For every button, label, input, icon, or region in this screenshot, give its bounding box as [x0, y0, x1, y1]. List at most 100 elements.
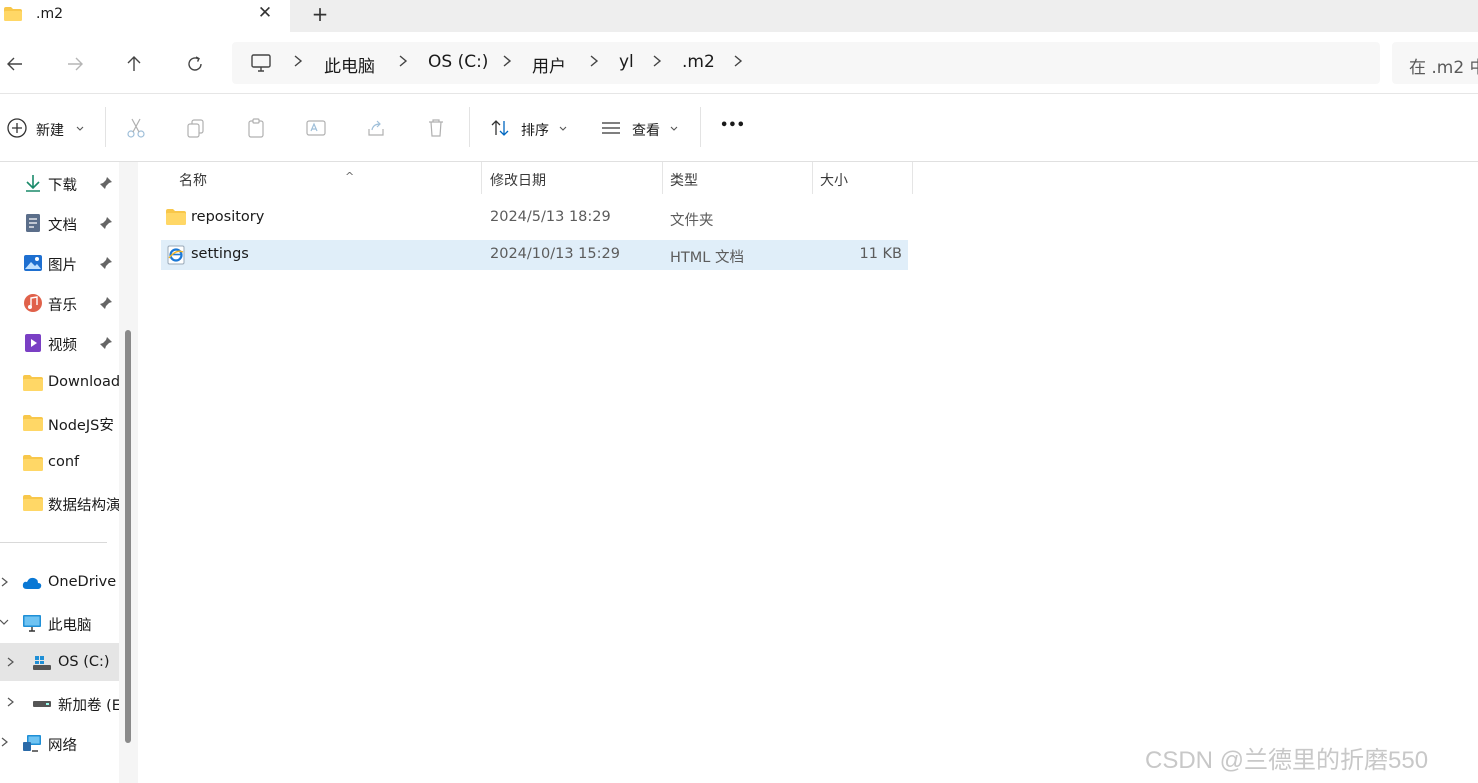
folder-icon [4, 7, 22, 21]
drive-icon [33, 701, 51, 707]
breadcrumb-yl[interactable]: yl [619, 52, 634, 72]
table-row[interactable]: repository 2024/5/13 18:29 文件夹 [161, 203, 908, 233]
arrow-left-icon [7, 57, 22, 71]
chevron-right-icon [399, 55, 408, 67]
column-header-label: 类型 [670, 173, 698, 189]
sidebar-item-videos[interactable]: 视频 [0, 323, 119, 361]
share-icon [368, 120, 384, 136]
folder-icon [23, 415, 43, 431]
sidebar-divider [0, 542, 107, 543]
sidebar-item-new-volume[interactable]: 新加卷 (E [0, 683, 119, 721]
clipboard-icon [248, 118, 264, 138]
close-tab-button[interactable]: ✕ [256, 3, 274, 25]
delete-button[interactable] [425, 113, 451, 143]
sidebar-item-this-pc[interactable]: 此电脑 [0, 603, 119, 641]
sidebar-item-onedrive[interactable]: OneDrive [0, 563, 119, 601]
sort-ascending-icon: ^ [345, 170, 355, 183]
sidebar-item-documents[interactable]: 文档 [0, 203, 119, 241]
arrow-up-icon [127, 56, 141, 71]
new-label: 新建 [36, 123, 64, 139]
cut-button[interactable] [125, 113, 151, 143]
paste-button[interactable] [245, 113, 271, 143]
pin-icon [100, 297, 112, 309]
column-header-type[interactable]: 类型 [663, 162, 812, 194]
music-icon [24, 294, 42, 312]
sidebar-item-os-c[interactable]: OS (C:) [0, 643, 119, 681]
column-header-name[interactable]: 名称 ^ [161, 162, 481, 194]
refresh-icon [188, 56, 202, 71]
sidebar-item-label: 此电脑 [48, 618, 92, 634]
new-button[interactable]: 新建 [6, 113, 90, 143]
sidebar-item-nodejs[interactable]: NodeJS安 [0, 403, 119, 441]
drive-icon [33, 656, 51, 670]
rename-button[interactable] [305, 113, 331, 143]
chevron-right-icon [294, 55, 303, 67]
trash-icon [429, 119, 443, 137]
address-bar[interactable]: 此电脑 OS (C:) 用户 yl .m2 [232, 42, 1380, 84]
html-file-icon [167, 245, 185, 265]
chevron-right-icon [653, 55, 662, 67]
sidebar-item-pictures[interactable]: 图片 [0, 243, 119, 281]
download-icon [26, 175, 40, 192]
pin-icon [100, 217, 112, 229]
sidebar-item-label: OneDrive [48, 574, 117, 590]
file-size: 11 KB [859, 246, 902, 262]
chevron-down-icon[interactable] [0, 614, 12, 630]
new-tab-button[interactable]: + [310, 2, 330, 26]
sidebar-item-label: 文档 [48, 218, 77, 234]
computer-icon [23, 615, 41, 632]
sort-button[interactable]: 排序 [489, 113, 573, 143]
sidebar-item-download-folder[interactable]: Download [0, 363, 119, 401]
arrow-right-icon [68, 57, 83, 71]
refresh-button[interactable] [181, 50, 209, 78]
rename-icon [306, 120, 326, 136]
folder-icon [23, 455, 43, 471]
computer-icon [251, 54, 271, 72]
column-header-modified[interactable]: 修改日期 [482, 162, 662, 194]
toolbar-separator [469, 107, 470, 147]
tab-bar: .m2 ✕ + [0, 0, 1478, 32]
share-button[interactable] [365, 113, 391, 143]
search-box[interactable]: 在 .m2 中 [1392, 42, 1478, 84]
sidebar-item-label: conf [48, 454, 80, 470]
breadcrumb-os-c[interactable]: OS (C:) [428, 52, 488, 72]
up-button[interactable] [120, 50, 148, 78]
file-type: 文件夹 [670, 213, 714, 229]
sidebar-item-network[interactable]: 网络 [0, 723, 119, 761]
breadcrumb-this-pc[interactable]: 此电脑 [324, 52, 375, 77]
breadcrumb-users[interactable]: 用户 [532, 52, 566, 77]
sidebar-item-conf[interactable]: conf [0, 443, 119, 481]
chevron-right-icon [590, 55, 599, 67]
chevron-right-icon[interactable] [0, 574, 12, 590]
more-options-button[interactable]: ••• [718, 113, 746, 143]
table-row[interactable]: settings 2024/10/13 15:29 HTML 文档 11 KB [161, 240, 908, 270]
search-placeholder: 在 .m2 中 [1409, 58, 1478, 78]
chevron-right-icon[interactable] [6, 654, 18, 670]
pin-icon [100, 337, 112, 349]
toolbar-separator [105, 107, 106, 147]
navigation-bar: 此电脑 OS (C:) 用户 yl .m2 在 .m2 中 [0, 32, 1478, 94]
chevron-right-icon[interactable] [0, 734, 12, 750]
sort-icon [491, 120, 509, 136]
copy-button[interactable] [185, 113, 211, 143]
breadcrumb-m2[interactable]: .m2 [682, 52, 715, 72]
document-icon [26, 214, 40, 232]
sidebar-item-label: 图片 [48, 258, 77, 274]
back-button[interactable] [1, 50, 29, 78]
copy-icon [187, 119, 204, 138]
folder-icon [166, 209, 186, 225]
chevron-right-icon[interactable] [732, 53, 744, 69]
chevron-right-icon[interactable] [6, 694, 18, 710]
sidebar-item-music[interactable]: 音乐 [0, 283, 119, 321]
sidebar-item-label: 下载 [48, 178, 77, 194]
pin-icon [100, 177, 112, 189]
column-divider[interactable] [912, 162, 913, 194]
forward-button[interactable] [61, 50, 89, 78]
view-button[interactable]: 查看 [600, 113, 684, 143]
sidebar-scrollbar-thumb[interactable] [125, 330, 131, 743]
sidebar-item-data-structures[interactable]: 数据结构演 [0, 483, 119, 521]
cloud-icon [22, 577, 42, 589]
column-header-size[interactable]: 大小 [813, 162, 913, 194]
sidebar-item-downloads[interactable]: 下载 [0, 163, 119, 201]
tab-m2[interactable]: .m2 ✕ [0, 0, 290, 32]
